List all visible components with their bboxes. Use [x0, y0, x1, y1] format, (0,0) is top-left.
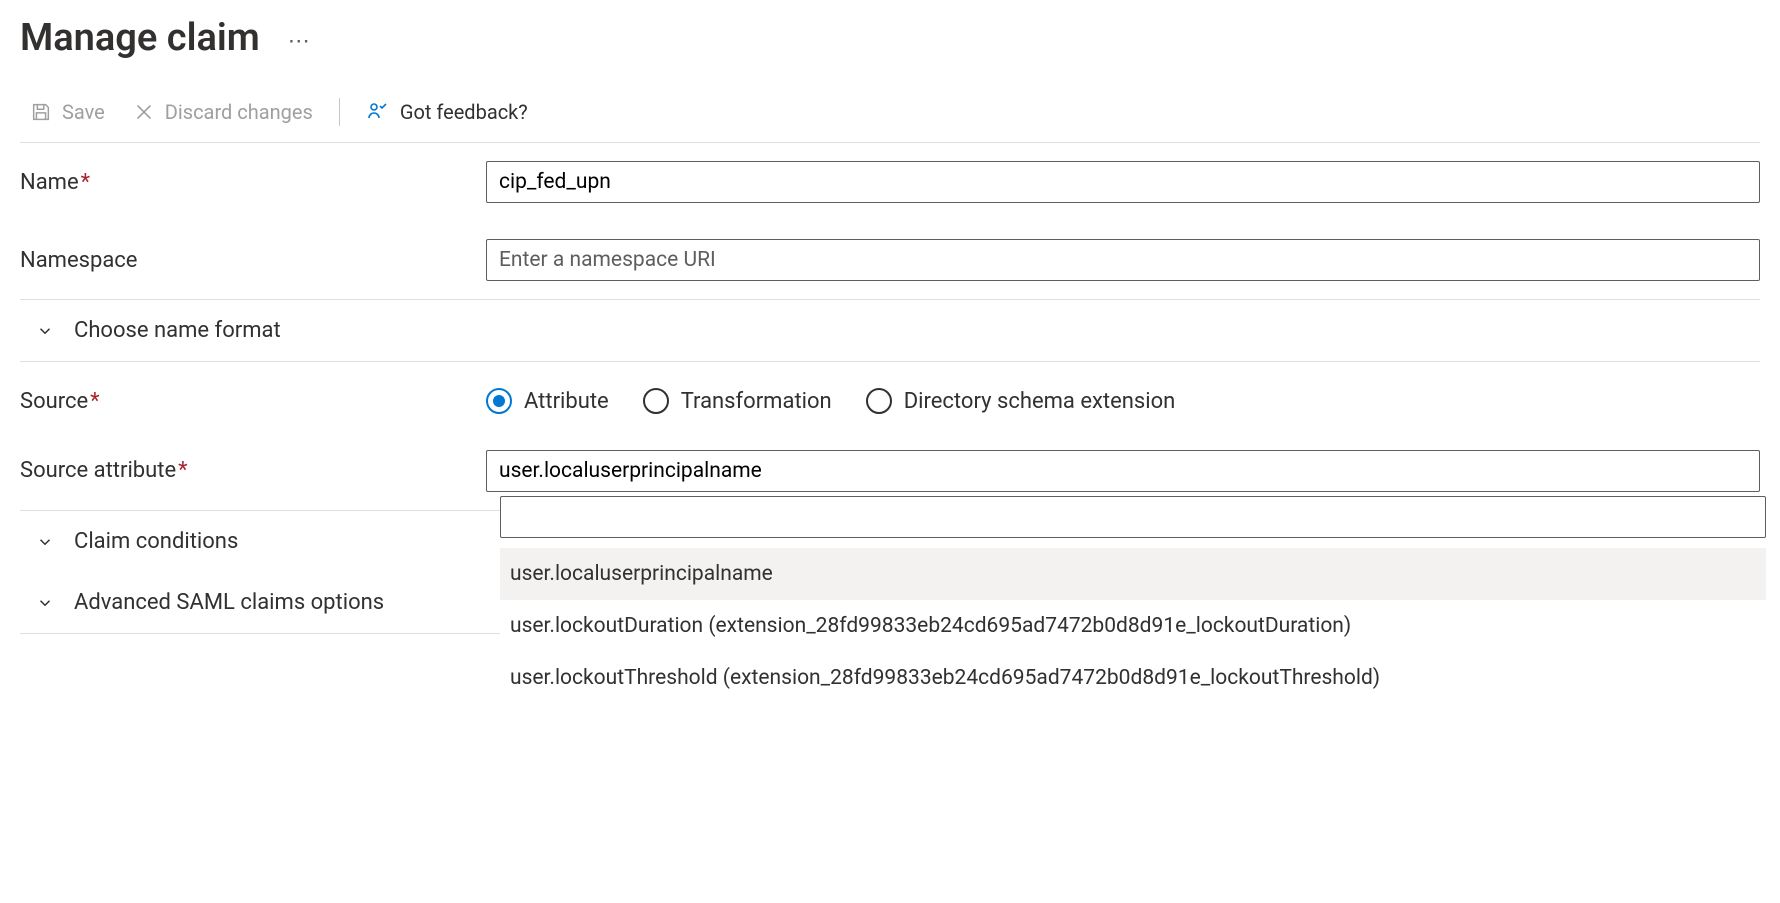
save-label: Save — [62, 100, 105, 124]
toolbar-separator — [339, 98, 340, 126]
discard-button[interactable]: Discard changes — [123, 96, 323, 128]
radio-unselected-icon — [866, 388, 892, 414]
dropdown-item[interactable]: user.lockoutDuration (extension_28fd9983… — [500, 600, 1766, 652]
radio-label-transformation: Transformation — [681, 389, 832, 414]
feedback-icon — [366, 100, 390, 124]
choose-name-format-toggle[interactable]: Choose name format — [20, 318, 1760, 343]
radio-selected-icon — [486, 388, 512, 414]
namespace-label: Namespace — [20, 248, 137, 273]
discard-label: Discard changes — [165, 100, 313, 124]
page-title: Manage claim — [20, 16, 260, 60]
namespace-input[interactable] — [486, 239, 1760, 281]
dropdown-item[interactable]: user.localuserprincipalname — [500, 548, 1766, 600]
radio-label-attribute: Attribute — [524, 389, 609, 414]
radio-unselected-icon — [643, 388, 669, 414]
save-icon — [30, 101, 52, 123]
chevron-down-icon — [36, 322, 54, 340]
dropdown-search-input[interactable] — [500, 496, 1766, 538]
feedback-label: Got feedback? — [400, 100, 528, 124]
source-label: Source — [20, 389, 88, 414]
required-indicator: * — [178, 458, 187, 483]
source-radio-attribute[interactable]: Attribute — [486, 388, 609, 414]
source-radio-extension[interactable]: Directory schema extension — [866, 388, 1176, 414]
name-label: Name — [20, 170, 79, 195]
more-options-button[interactable]: ⋯ — [288, 23, 312, 53]
feedback-button[interactable]: Got feedback? — [356, 96, 538, 128]
advanced-saml-label: Advanced SAML claims options — [74, 590, 384, 615]
claim-conditions-label: Claim conditions — [74, 529, 238, 554]
source-attribute-label: Source attribute — [20, 458, 176, 483]
close-icon — [133, 101, 155, 123]
chevron-down-icon — [36, 533, 54, 551]
name-input[interactable] — [486, 161, 1760, 203]
source-attribute-dropdown[interactable]: user.localuserprincipalname — [486, 450, 1760, 492]
source-radio-group: Attribute Transformation Directory schem… — [486, 388, 1760, 414]
toolbar: Save Discard changes Got feedback? — [20, 84, 1760, 143]
radio-label-extension: Directory schema extension — [904, 389, 1176, 414]
required-indicator: * — [90, 389, 99, 414]
required-indicator: * — [81, 170, 90, 195]
source-radio-transformation[interactable]: Transformation — [643, 388, 832, 414]
save-button[interactable]: Save — [20, 96, 115, 128]
dropdown-panel: user.localuserprincipalname user.lockout… — [500, 496, 1766, 704]
dropdown-item[interactable]: user.lockoutThreshold (extension_28fd998… — [500, 652, 1766, 704]
chevron-down-icon — [36, 594, 54, 612]
choose-name-format-label: Choose name format — [74, 318, 281, 343]
